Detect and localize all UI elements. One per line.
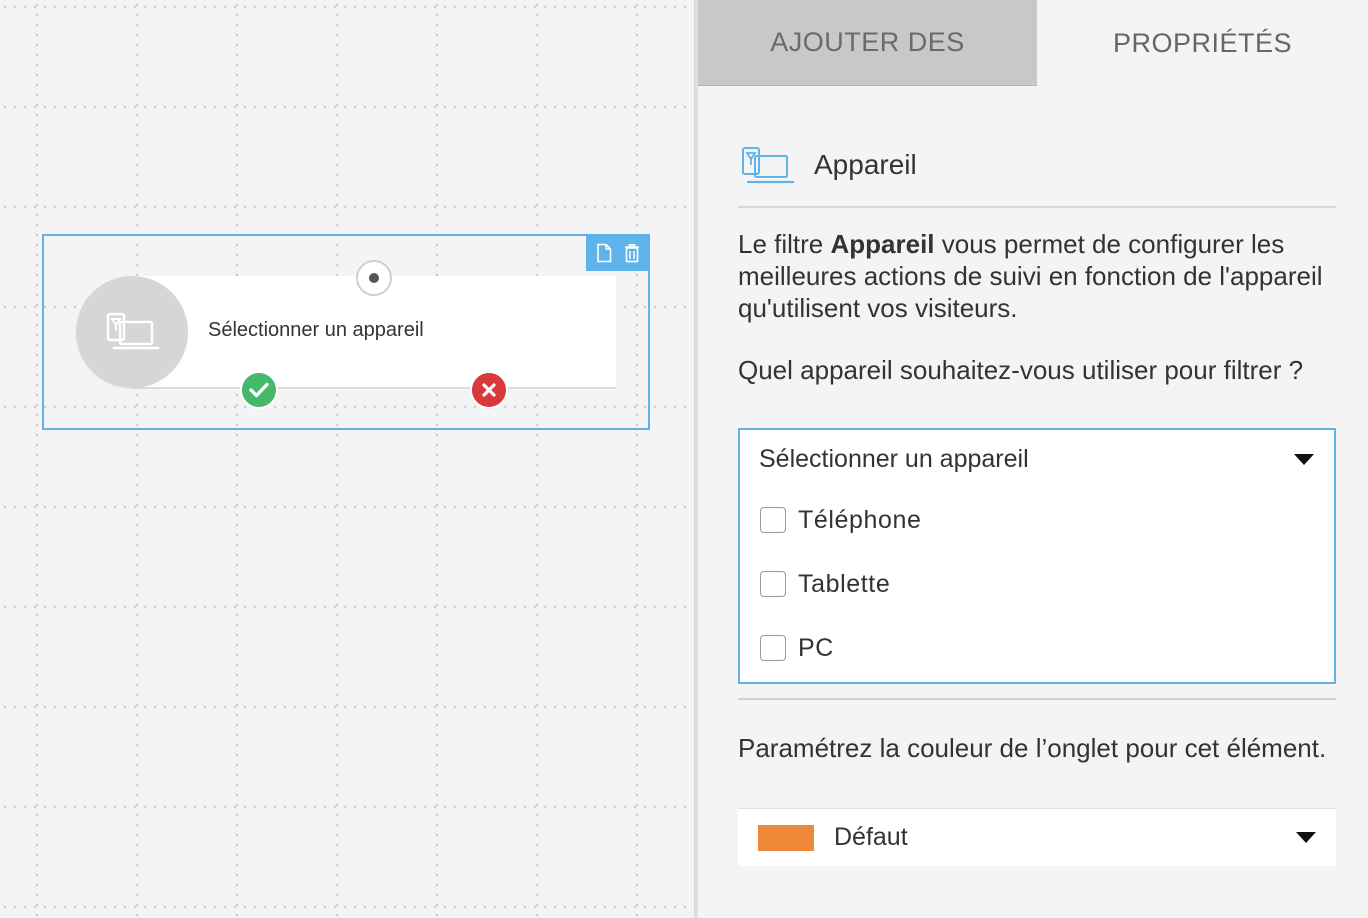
checkbox[interactable] bbox=[760, 635, 786, 661]
color-select-value: Défaut bbox=[834, 823, 908, 851]
trash-icon bbox=[625, 243, 639, 262]
chevron-down-icon bbox=[1296, 832, 1316, 843]
option-label: PC bbox=[798, 633, 834, 662]
output-port-yes[interactable] bbox=[240, 371, 278, 409]
panel-tabs: AJOUTER DES PROPRIÉTÉS bbox=[698, 0, 1368, 86]
tab-color-select[interactable]: Défaut bbox=[738, 808, 1336, 866]
node-toolbar bbox=[586, 234, 650, 271]
check-icon bbox=[249, 382, 269, 398]
option-label: Téléphone bbox=[798, 505, 922, 534]
input-port-dot bbox=[369, 273, 379, 283]
device-select: Sélectionner un appareil Téléphone Table… bbox=[738, 428, 1336, 684]
properties-panel: AJOUTER DES PROPRIÉTÉS Appareil Le filtr… bbox=[698, 0, 1368, 918]
color-swatch bbox=[758, 824, 814, 851]
filter-description: Le filtre Appareil vous permet de config… bbox=[738, 228, 1338, 324]
checkbox[interactable] bbox=[760, 571, 786, 597]
chevron-down-icon bbox=[1294, 453, 1314, 465]
checkbox[interactable] bbox=[760, 507, 786, 533]
document-icon bbox=[597, 243, 612, 262]
delete-node-button[interactable] bbox=[621, 241, 643, 265]
tab-color-label: Paramétrez la couleur de l’onglet pour c… bbox=[738, 733, 1327, 763]
option-label: Tablette bbox=[798, 569, 891, 598]
device-option-phone[interactable]: Téléphone bbox=[740, 488, 1334, 552]
device-select-placeholder: Sélectionner un appareil bbox=[759, 444, 1029, 473]
device-icon bbox=[742, 147, 794, 184]
tab-properties[interactable]: PROPRIÉTÉS bbox=[1037, 0, 1368, 86]
node-icon-circle[interactable] bbox=[76, 276, 188, 388]
device-icon bbox=[106, 312, 160, 350]
node-title: Sélectionner un appareil bbox=[208, 319, 424, 341]
properties-header: Appareil bbox=[738, 134, 1336, 208]
close-icon bbox=[482, 383, 496, 397]
description-bold: Appareil bbox=[830, 229, 935, 259]
workflow-canvas[interactable]: Sélectionner un appareil bbox=[0, 0, 694, 918]
description-prefix: Le filtre bbox=[738, 229, 831, 259]
section-divider bbox=[738, 698, 1336, 700]
duplicate-node-button[interactable] bbox=[593, 241, 615, 265]
device-option-tablet[interactable]: Tablette bbox=[740, 552, 1334, 616]
properties-title: Appareil bbox=[814, 149, 917, 180]
output-port-no[interactable] bbox=[470, 371, 508, 409]
device-option-pc[interactable]: PC bbox=[740, 616, 1334, 680]
tab-add-elements[interactable]: AJOUTER DES bbox=[698, 0, 1037, 86]
device-question-label: Quel appareil souhaitez-vous utiliser po… bbox=[738, 355, 1304, 385]
input-port[interactable] bbox=[356, 260, 392, 296]
device-select-toggle[interactable]: Sélectionner un appareil bbox=[740, 430, 1334, 488]
